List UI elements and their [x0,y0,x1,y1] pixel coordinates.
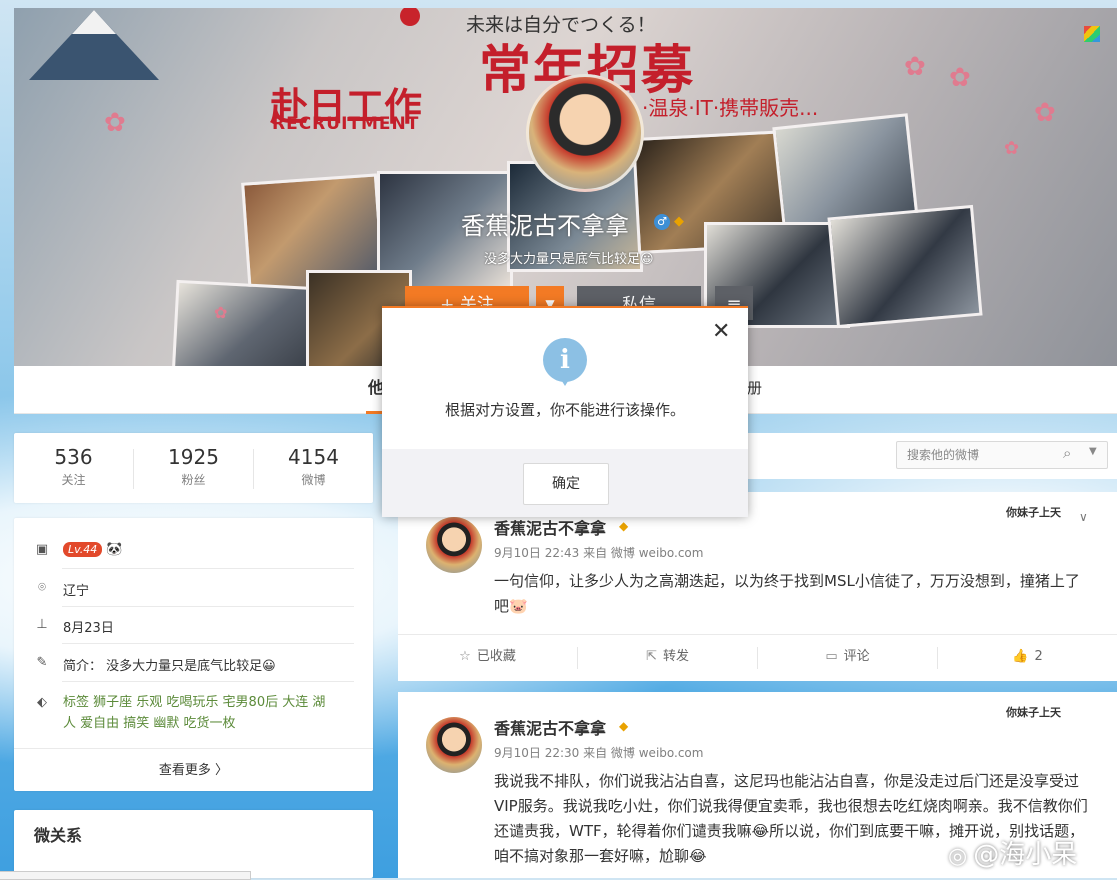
panda-icon: 🐼 [106,542,123,557]
vip-badge-icon[interactable]: ◆ [619,719,628,733]
post-actions: ☆ 已收藏 ⇱ 转发 ▭ 评论 👍 2 [398,634,1117,681]
stat-label: 粉丝 [181,473,206,487]
post-meta[interactable]: 9月10日 22:30 来自 微博 weibo.com [494,744,703,761]
location-text: 辽宁 [63,584,90,599]
sakura-icon: ✿ [214,303,228,322]
sakura-icon: ✿ [1034,98,1056,128]
info-icon: i [543,338,587,382]
favorite-button[interactable]: ☆ 已收藏 [398,635,577,681]
comment-icon: ▭ [825,649,838,664]
stat-following[interactable]: 536 关注 [14,445,133,488]
sakura-icon: ✿ [904,52,926,82]
post-author[interactable]: 香蕉泥古不拿拿 [494,515,606,539]
mountain-snowcap [72,10,116,34]
tags-label: 标签 [63,695,90,710]
comment-label: 评论 [843,649,870,664]
like-count: 2 [1034,649,1043,664]
favorite-label: 已收藏 [476,649,516,664]
post-text: 一句信仰，让多少人为之高潮迭起，以为终于找到MSL小信徒了，万万没想到，撞猪上了… [494,572,1080,615]
weibo-logo-icon: ◎ [948,844,968,869]
tag-icon: ⬖ [37,695,47,710]
vip-badge-icon[interactable]: ◆ [619,519,628,533]
divider [62,681,354,682]
location-pin-icon: ⌾ [38,580,46,595]
like-button[interactable]: 👍 2 [938,635,1117,681]
stat-value: 536 [54,445,93,469]
search-icon[interactable]: ⌕ [1063,444,1071,462]
horizontal-scrollbar[interactable] [0,871,251,880]
dialog-message: 根据对方设置，你不能进行该操作。 [444,401,685,419]
share-icon: ⇱ [646,649,657,664]
search-box: ⌕ ▼ [896,441,1108,469]
sun-emblem [400,8,420,26]
vip-badge-icon[interactable]: ◆ [674,214,684,229]
stat-value: 1925 [168,445,219,469]
tab-album[interactable]: 册 [747,366,762,411]
profile-avatar[interactable] [526,74,644,192]
cover-sub-banner: ·温泉·IT·携帯販売... [642,96,819,120]
birthday-text: 8月23日 [63,621,114,636]
stat-followers[interactable]: 1925 粉丝 [134,445,253,488]
divider [62,643,354,644]
tags-line-1[interactable]: 狮子座 乐观 吃喝玩乐 宅男80后 大连 湖 [93,695,325,710]
edit-icon: ✎ [36,655,48,670]
repost-button[interactable]: ⇱ 转发 [578,635,757,681]
dialog-footer: 确定 [382,449,748,517]
level-badge[interactable]: Lv.44 [63,542,103,557]
star-icon: ☆ [459,649,471,664]
cover-photo [827,204,983,329]
profile-bio: 没多大力量只是底气比较足😀 [484,252,654,267]
sakura-icon: ✿ [104,108,126,138]
chevron-down-icon[interactable]: ▼ [1089,446,1097,457]
sakura-icon: ✿ [1004,138,1020,159]
confirm-button[interactable]: 确定 [523,463,609,505]
profile-info-card: ▣ Lv.44 🐼 ⌾ 辽宁 ⊥ 8月23日 ✎ 简介： 没多大力量只是底气比较… [14,518,373,791]
tags-line-2[interactable]: 人 爱自由 搞笑 幽默 吃货一枚 [63,716,236,731]
thumbs-up-icon: 👍 [1012,649,1029,664]
card-badge-decoration: 你妹子上天 [1006,506,1061,519]
gender-male-icon: ♂ [654,214,670,230]
stat-label: 关注 [61,473,86,487]
permission-dialog: ✕ i 根据对方设置，你不能进行该操作。 确定 [382,306,748,517]
stat-posts[interactable]: 4154 微博 [254,445,373,488]
profile-username: 香蕉泥古不拿拿 [461,212,629,240]
divider [62,606,354,607]
intro-text: 没多大力量只是底气比较足😀 [106,659,276,674]
weibo-watermark: ◎ @海小呆 [948,834,1077,871]
close-icon[interactable]: ✕ [712,321,730,343]
relations-card: 微关系 [14,810,373,878]
info-icon-tail [560,378,570,386]
feed-post: 香蕉泥古不拿拿 ◆ 9月10日 22:43 来自 微博 weibo.com 一句… [398,492,1117,681]
template-icon[interactable] [1084,26,1100,42]
post-meta[interactable]: 9月10日 22:43 来自 微博 weibo.com [494,544,703,561]
relations-title: 微关系 [34,826,83,845]
repost-label: 转发 [662,649,689,664]
card-badge-decoration: 你妹子上天 [1006,706,1061,719]
stat-value: 4154 [288,445,339,469]
view-more-link[interactable]: 查看更多 〉 [14,748,373,792]
post-author[interactable]: 香蕉泥古不拿拿 [494,715,606,739]
bookmark-icon: ▣ [35,542,49,557]
cake-icon: ⊥ [36,617,48,632]
cover-recruitment-text: RECRUITMENT [272,114,420,134]
sakura-icon: ✿ [949,63,971,93]
post-avatar[interactable] [426,517,482,573]
watermark-text: @海小呆 [973,840,1078,870]
stat-label: 微博 [301,473,326,487]
post-avatar[interactable] [426,717,482,773]
search-input[interactable] [897,442,1069,468]
stats-card: 536 关注 1925 粉丝 4154 微博 [14,433,373,503]
divider [62,568,354,569]
comment-button[interactable]: ▭ 评论 [758,635,937,681]
intro-label: 简介： [63,659,103,674]
chevron-down-icon[interactable]: ∨ [1079,510,1088,524]
